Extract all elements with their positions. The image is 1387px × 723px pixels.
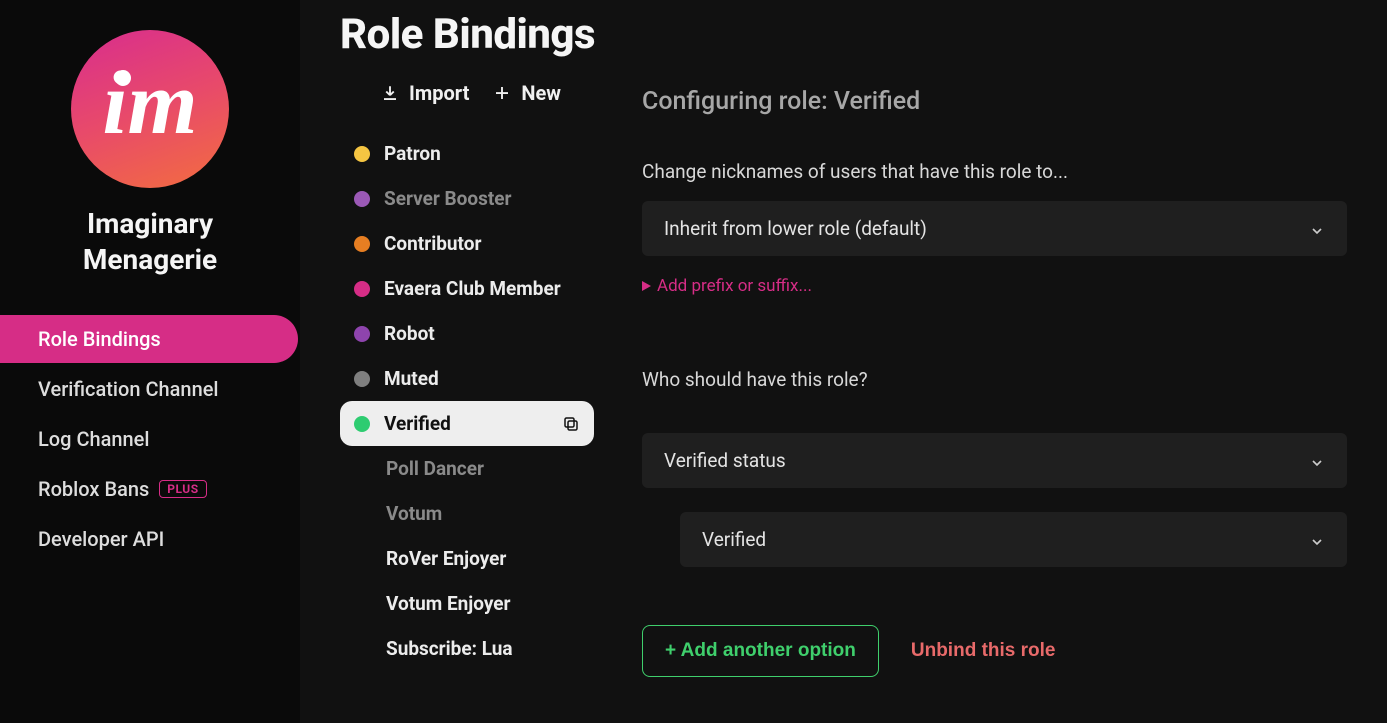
nav-verification-channel[interactable]: Verification Channel [0,365,298,413]
role-list[interactable]: Patron Server Booster Contributor Evaera Cl… [340,131,602,723]
role-label: Poll Dancer [386,457,484,480]
role-label: RoVer Enjoyer [386,547,506,570]
bottom-buttons: + Add another option Unbind this role [642,625,1347,677]
role-label: Votum [386,502,442,525]
role-dot [354,146,370,162]
role-item-votum-enjoyer[interactable]: Votum Enjoyer [340,581,594,626]
copy-icon [562,415,580,433]
role-item-robot[interactable]: Robot [340,311,594,356]
new-button[interactable]: New [493,81,561,105]
content-row: Import New Patron Server Booster Contribut… [340,81,1387,723]
nav-log-channel[interactable]: Log Channel [0,415,298,463]
logo-text: im [102,52,197,155]
main: Role Bindings Import New Patr [300,0,1387,723]
role-label: Votum Enjoyer [386,592,511,615]
add-option-button[interactable]: + Add another option [642,625,879,677]
who-select[interactable]: Verified status [642,433,1347,488]
nickname-label: Change nicknames of users that have this… [642,160,1347,183]
arrow-right-icon [642,281,651,291]
role-dot [354,236,370,252]
role-dot [354,281,370,297]
who-sub-select-value: Verified [702,528,766,551]
unbind-button[interactable]: Unbind this role [911,640,1056,662]
nav: Role Bindings Verification Channel Log C… [0,315,300,565]
chevron-down-icon [1309,532,1325,548]
plus-icon [493,84,511,102]
nav-developer-api[interactable]: Developer API [0,515,298,563]
role-item-rover-enjoyer[interactable]: RoVer Enjoyer [340,536,594,581]
who-sub-select[interactable]: Verified [680,512,1347,567]
nav-roblox-bans[interactable]: Roblox Bans PLUS [0,465,298,513]
role-item-server-booster[interactable]: Server Booster [340,176,594,221]
nickname-select-value: Inherit from lower role (default) [664,217,927,240]
role-item-patron[interactable]: Patron [340,131,594,176]
role-item-contributor[interactable]: Contributor [340,221,594,266]
role-label: Verified [384,412,451,435]
chevron-down-icon [1309,453,1325,469]
who-select-value: Verified status [664,449,786,472]
nav-label: Role Bindings [38,327,161,351]
role-dot [354,371,370,387]
role-label: Contributor [384,232,481,255]
nav-role-bindings[interactable]: Role Bindings [0,315,298,363]
server-logo: im [71,30,229,188]
nav-label: Roblox Bans [38,477,149,501]
import-label: Import [409,81,469,105]
nav-label: Developer API [38,527,164,551]
config-heading: Configuring role: Verified [642,87,1347,116]
plus-badge: PLUS [159,480,206,498]
role-label: Subscribe: Lua [386,637,513,660]
role-label: Robot [384,322,435,345]
role-item-evaera-club-member[interactable]: Evaera Club Member [340,266,594,311]
import-button[interactable]: Import [381,81,469,105]
role-label: Muted [384,367,439,390]
role-label: Evaera Club Member [384,277,561,300]
server-name: ImaginaryMenagerie [83,206,217,279]
role-item-poll-dancer[interactable]: Poll Dancer [340,446,594,491]
config-column: Configuring role: Verified Change nickna… [642,81,1387,723]
nav-label: Verification Channel [38,377,219,401]
role-dot [354,416,370,432]
role-label: Patron [384,142,441,165]
role-dot [354,191,370,207]
role-dot [354,326,370,342]
prefix-link-label: Add prefix or suffix... [657,276,812,296]
sidebar: im ImaginaryMenagerie Role Bindings Veri… [0,0,300,723]
action-row: Import New [340,81,602,105]
download-icon [381,84,399,102]
role-item-muted[interactable]: Muted [340,356,594,401]
chevron-down-icon [1309,221,1325,237]
role-column: Import New Patron Server Booster Contribut… [340,81,602,723]
nav-label: Log Channel [38,427,149,451]
role-item-votum[interactable]: Votum [340,491,594,536]
role-item-subscribe-lua[interactable]: Subscribe: Lua [340,626,594,671]
role-item-verified[interactable]: Verified [340,401,594,446]
add-prefix-link[interactable]: Add prefix or suffix... [642,276,1347,296]
nickname-select[interactable]: Inherit from lower role (default) [642,201,1347,256]
role-label: Server Booster [384,187,512,210]
page-title: Role Bindings [340,10,1387,59]
new-label: New [521,81,561,105]
role-list-wrap: Patron Server Booster Contributor Evaera Cl… [340,131,602,723]
who-label: Who should have this role? [642,368,1347,391]
